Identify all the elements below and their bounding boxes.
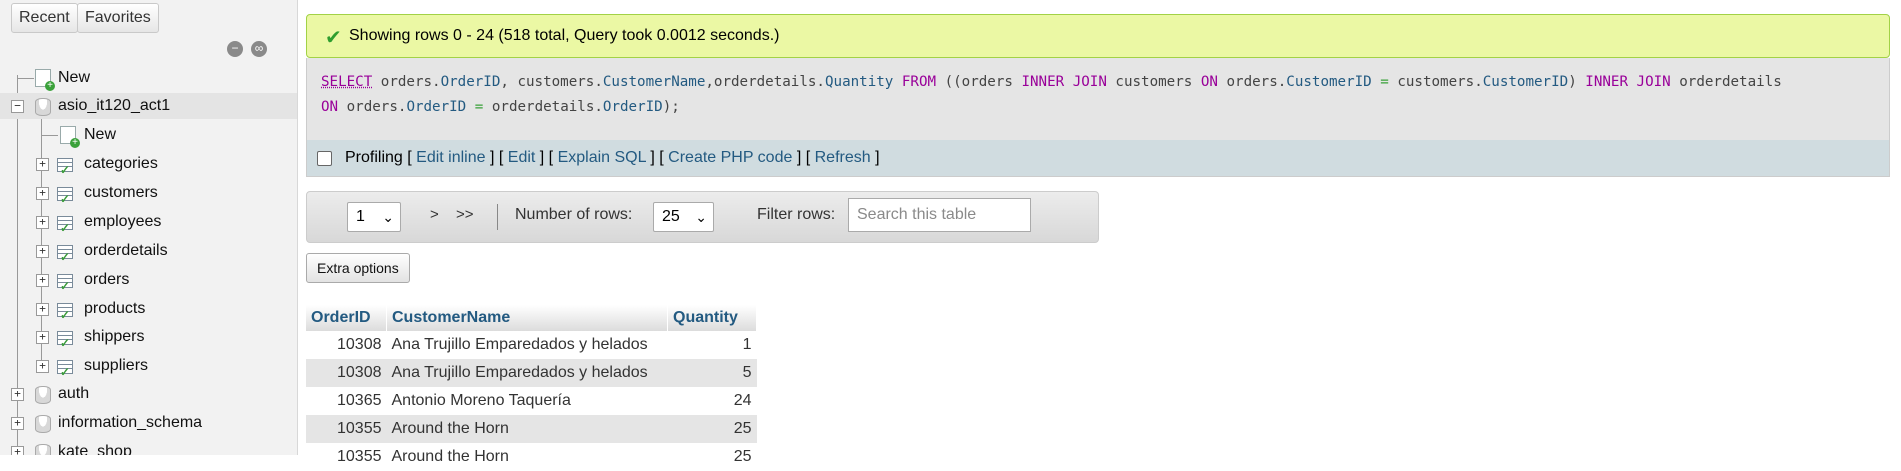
- cell-quantity[interactable]: 1: [667, 331, 757, 359]
- chevron-down-icon: ⌄: [382, 209, 394, 225]
- new-table-icon: [60, 126, 80, 148]
- page-select[interactable]: 1 ⌄: [347, 202, 401, 232]
- filter-rows-label: Filter rows:: [757, 206, 836, 223]
- navigation-panel: Recent Favorites − ∞ New − asio_it120_ac…: [0, 0, 298, 455]
- collapse-all-icon[interactable]: −: [227, 41, 243, 57]
- cell-orderid[interactable]: 10355: [306, 443, 387, 471]
- cell-orderid[interactable]: 10355: [306, 415, 387, 443]
- profiling-label: Profiling: [345, 149, 403, 166]
- rows-per-page-select[interactable]: 25 ⌄: [653, 202, 714, 232]
- sql-query[interactable]: SELECT orders.OrderID, customers.Custome…: [321, 70, 1881, 120]
- column-header-customername[interactable]: CustomerName: [386, 305, 668, 331]
- edit-inline-link[interactable]: Edit inline: [416, 149, 485, 166]
- cell-quantity[interactable]: 24: [667, 387, 757, 415]
- tree-item-db[interactable]: + auth: [0, 381, 297, 407]
- create-php-code-link[interactable]: Create PHP code: [668, 149, 792, 166]
- database-icon: [35, 98, 51, 116]
- main-panel: ✔ Showing rows 0 - 24 (518 total, Query …: [298, 0, 1901, 471]
- expand-icon[interactable]: +: [36, 187, 49, 200]
- table-icon: ✓: [57, 272, 73, 293]
- divider: [497, 204, 498, 230]
- tree-item-new[interactable]: New: [0, 65, 297, 91]
- success-check-icon: ✔: [325, 27, 342, 49]
- tree-item-db[interactable]: + information_schema: [0, 410, 297, 436]
- extra-options-button[interactable]: Extra options: [306, 253, 410, 283]
- tree-item-db-active[interactable]: − asio_it120_act1: [0, 93, 297, 119]
- query-options-bar: Profiling [ Edit inline ] [ Edit ] [ Exp…: [306, 140, 1890, 177]
- database-icon: [35, 444, 51, 455]
- recent-button[interactable]: Recent: [11, 3, 78, 33]
- tree-item-new-table[interactable]: New: [0, 122, 297, 148]
- tree-item-db[interactable]: + kate_shop: [0, 439, 297, 455]
- cell-customername[interactable]: Antonio Moreno Taquería: [386, 387, 668, 415]
- cell-customername[interactable]: Ana Trujillo Emparedados y helados: [386, 359, 668, 387]
- success-text: Showing rows 0 - 24 (518 total, Query to…: [349, 27, 780, 44]
- cell-customername[interactable]: Ana Trujillo Emparedados y helados: [386, 331, 668, 359]
- tree-item-table[interactable]: + ✓ employees: [0, 209, 297, 235]
- table-row[interactable]: 10355 Around the Horn 25: [306, 415, 757, 443]
- number-of-rows-label: Number of rows:: [515, 206, 633, 223]
- last-page-button[interactable]: >>: [456, 206, 474, 223]
- results-table: OrderID CustomerName Quantity 10308 Ana …: [306, 305, 757, 471]
- expand-icon[interactable]: +: [36, 331, 49, 344]
- expand-icon[interactable]: +: [11, 388, 24, 401]
- table-icon: ✓: [57, 214, 73, 235]
- table-icon: ✓: [57, 243, 73, 264]
- table-header-row: OrderID CustomerName Quantity: [306, 305, 757, 331]
- link-with-main-icon[interactable]: ∞: [251, 41, 267, 57]
- pagination-bar: 1 ⌄ > >> Number of rows: 25 ⌄ Filter rows:: [306, 191, 1099, 243]
- sql-query-box: SELECT orders.OrderID, customers.Custome…: [306, 58, 1890, 140]
- cell-customername[interactable]: Around the Horn: [386, 415, 668, 443]
- table-icon: ✓: [57, 156, 73, 177]
- refresh-link[interactable]: Refresh: [815, 149, 871, 166]
- edit-link[interactable]: Edit: [508, 149, 536, 166]
- tree-item-table[interactable]: + ✓ products: [0, 296, 297, 322]
- next-page-button[interactable]: >: [430, 206, 439, 223]
- new-database-icon: [35, 69, 55, 91]
- cell-quantity[interactable]: 5: [667, 359, 757, 387]
- cell-orderid[interactable]: 10308: [306, 331, 387, 359]
- expand-icon[interactable]: +: [36, 303, 49, 316]
- collapse-icon[interactable]: −: [11, 100, 24, 113]
- tree-item-table[interactable]: + ✓ categories: [0, 151, 297, 177]
- chevron-down-icon: ⌄: [695, 209, 707, 225]
- table-row[interactable]: 10308 Ana Trujillo Emparedados y helados…: [306, 359, 757, 387]
- cell-orderid[interactable]: 10308: [306, 359, 387, 387]
- expand-icon[interactable]: +: [11, 446, 24, 455]
- expand-icon[interactable]: +: [36, 245, 49, 258]
- tree-item-table[interactable]: + ✓ orderdetails: [0, 238, 297, 264]
- expand-icon[interactable]: +: [36, 360, 49, 373]
- cell-quantity[interactable]: 25: [667, 415, 757, 443]
- expand-icon[interactable]: +: [36, 274, 49, 287]
- expand-icon[interactable]: +: [36, 158, 49, 171]
- table-icon: ✓: [57, 185, 73, 206]
- table-row[interactable]: 10308 Ana Trujillo Emparedados y helados…: [306, 331, 757, 359]
- table-icon: ✓: [57, 329, 73, 350]
- tree-item-table[interactable]: + ✓ orders: [0, 267, 297, 293]
- tree-item-table[interactable]: + ✓ customers: [0, 180, 297, 206]
- success-message: ✔ Showing rows 0 - 24 (518 total, Query …: [306, 14, 1890, 58]
- column-header-orderid[interactable]: OrderID: [306, 305, 387, 331]
- expand-icon[interactable]: +: [11, 417, 24, 430]
- table-icon: ✓: [57, 358, 73, 379]
- expand-icon[interactable]: +: [36, 216, 49, 229]
- table-row[interactable]: 10355 Around the Horn 25: [306, 443, 757, 471]
- profiling-checkbox[interactable]: [317, 151, 332, 166]
- tree-item-table[interactable]: + ✓ shippers: [0, 324, 297, 350]
- column-header-quantity[interactable]: Quantity: [667, 305, 757, 331]
- explain-sql-link[interactable]: Explain SQL: [558, 149, 646, 166]
- filter-rows-input[interactable]: [848, 198, 1031, 232]
- database-icon: [35, 386, 51, 404]
- table-row[interactable]: 10365 Antonio Moreno Taquería 24: [306, 387, 757, 415]
- query-links: Profiling [ Edit inline ] [ Edit ] [ Exp…: [345, 149, 880, 166]
- cell-orderid[interactable]: 10365: [306, 387, 387, 415]
- database-icon: [35, 415, 51, 433]
- cell-customername[interactable]: Around the Horn: [386, 443, 668, 471]
- cell-quantity[interactable]: 25: [667, 443, 757, 471]
- favorites-button[interactable]: Favorites: [77, 3, 159, 33]
- table-icon: ✓: [57, 301, 73, 322]
- tree-item-table[interactable]: + ✓ suppliers: [0, 353, 297, 379]
